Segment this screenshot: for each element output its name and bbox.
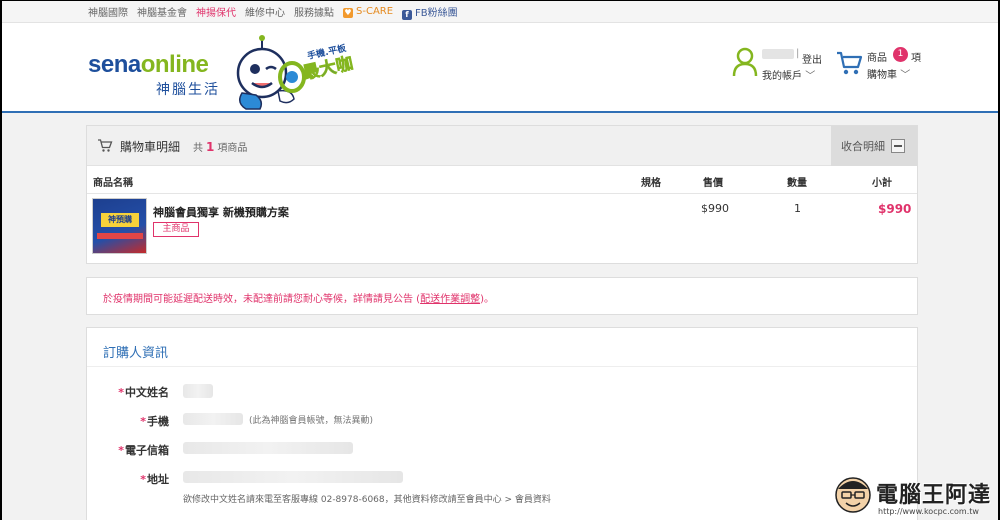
- cart-icon: [837, 51, 863, 75]
- page: 神腦國際 神腦基金會 神揚保代 維修中心 服務據點 ♥ S-CARE f FB粉絲團…: [0, 0, 1000, 520]
- product-name-link[interactable]: 神腦會員獨享 新機預購方案: [153, 204, 289, 220]
- product-price: $990: [701, 202, 729, 215]
- link-senao-intl[interactable]: 神腦國際: [88, 4, 128, 19]
- delivery-notice: 於疫情期間可能延遲配送時效，未配達前請您耐心等候，詳情請見公告 (配送作業調整)…: [86, 277, 918, 315]
- site-logo-subtitle: 神腦生活: [156, 82, 220, 98]
- product-thumbnail[interactable]: 神預購: [92, 198, 147, 254]
- column-spec: 規格: [641, 178, 661, 189]
- required-marker: *: [118, 444, 124, 457]
- account-username-blurred: [762, 49, 794, 59]
- site-logo[interactable]: senaonline: [88, 51, 209, 79]
- link-senao-foundation[interactable]: 神腦基金會: [137, 4, 187, 19]
- column-subtotal: 小計: [872, 178, 892, 189]
- link-scare[interactable]: ♥ S-CARE: [343, 6, 393, 18]
- link-repair-center[interactable]: 維修中心: [245, 4, 285, 19]
- required-marker: *: [140, 415, 146, 428]
- minus-icon: [891, 139, 905, 153]
- account-separator: |: [796, 48, 800, 59]
- utility-bar: 神腦國際 神腦基金會 神揚保代 維修中心 服務據點 ♥ S-CARE f FB粉絲團: [2, 1, 998, 23]
- buyer-info-title: 訂購人資訊: [103, 346, 169, 361]
- mascot-illustration: 手機.平板 最大咖: [236, 35, 355, 110]
- cart-items-label: 商品: [867, 53, 887, 64]
- mobile-value-blurred: [183, 413, 243, 425]
- cart-detail-title: 購物車明細: [120, 140, 181, 154]
- field-chinese-name: *中文姓名: [87, 382, 917, 404]
- logout-link[interactable]: 登出: [802, 51, 822, 66]
- field-mobile: *手機 (此為神腦會員帳號，無法異動): [140, 413, 374, 428]
- link-senao-insurance[interactable]: 神揚保代: [196, 4, 236, 19]
- link-facebook-fans[interactable]: f FB粉絲團: [402, 4, 458, 20]
- main-product-tag: 主商品: [153, 222, 199, 237]
- field-address: *地址: [87, 469, 917, 491]
- cart-menu-label: 購物車 ﹀: [867, 70, 911, 81]
- address-value-blurred: [183, 471, 403, 483]
- watermark: 電腦王阿達 http://www.kocpc.com.tw: [832, 473, 998, 520]
- collapse-detail-button[interactable]: 收合明細: [831, 126, 917, 166]
- divider: [87, 366, 917, 367]
- cart-detail-panel: 購物車明細 共 1 項商品 收合明細 商品名稱 規格 售價 數量 小計 神預購 神腦…: [86, 125, 918, 264]
- product-quantity: 1: [794, 202, 801, 215]
- chevron-down-icon: ﹀: [900, 70, 911, 81]
- heart-icon: ♥: [343, 7, 353, 18]
- column-price: 售價: [703, 178, 723, 189]
- column-product-name: 商品名稱: [93, 178, 133, 189]
- header-cart[interactable]: 商品 1 項 購物車 ﹀: [835, 47, 925, 87]
- cart-item-count: 共 1 項商品: [193, 140, 248, 154]
- field-email: *電子信箱: [87, 440, 917, 462]
- name-value-blurred: [183, 384, 213, 398]
- blogger-face-logo: [835, 477, 871, 513]
- cart-detail-header: 購物車明細 共 1 項商品 收合明細: [87, 126, 917, 166]
- my-account-menu[interactable]: 我的帳戶 ﹀: [762, 67, 815, 82]
- watermark-brand: 電腦王阿達: [876, 483, 992, 508]
- cart-count-badge: 1: [893, 47, 908, 62]
- edit-info-note: 欲修改中文姓名請來電至客服專線 02-8978-6068，其他資料修改請至會員中…: [183, 495, 551, 505]
- table-row: 神預購 神腦會員獨享 新機預購方案 主商品 $990 1 $990: [87, 194, 917, 262]
- site-header: senaonline 神腦生活 手機.平板 最大咖 | 登出 我的帳戶 ﹀ 商品…: [2, 23, 998, 113]
- mobile-hint: (此為神腦會員帳號，無法異動): [249, 416, 374, 426]
- buyer-info-panel: 訂購人資訊 *中文姓名 *手機 (此為神腦會員帳號，無法異動) *電子信箱 *地…: [86, 327, 918, 520]
- required-marker: *: [140, 473, 146, 486]
- product-subtotal: $990: [878, 202, 912, 216]
- cart-table-header: 商品名稱 規格 售價 數量 小計: [87, 166, 917, 194]
- account-area: | 登出 我的帳戶 ﹀: [732, 47, 822, 87]
- cart-items-unit: 項: [911, 53, 921, 64]
- column-quantity: 數量: [787, 178, 807, 189]
- chevron-down-icon: ﹀: [805, 71, 816, 82]
- required-marker: *: [118, 386, 124, 399]
- link-service-locations[interactable]: 服務據點: [294, 4, 334, 19]
- delivery-adjustment-link[interactable]: 配送作業調整: [420, 294, 480, 305]
- watermark-url: http://www.kocpc.com.tw: [878, 507, 979, 516]
- cart-icon: [98, 139, 113, 152]
- facebook-icon: f: [402, 9, 413, 20]
- email-value-blurred: [183, 442, 353, 454]
- user-icon[interactable]: [732, 47, 758, 77]
